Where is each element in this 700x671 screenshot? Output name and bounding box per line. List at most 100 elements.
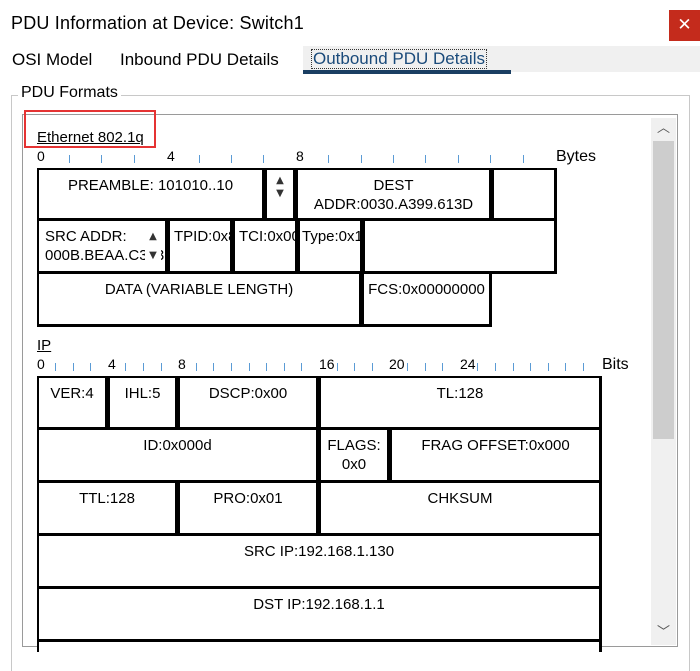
title-bar: PDU Information at Device: Switch1 ✕ <box>0 0 700 46</box>
tl-field: TL:128 <box>319 376 602 430</box>
tpid-field: TPID:0x8100 <box>168 221 233 274</box>
ruler-tick <box>73 363 74 371</box>
frag-offset-field: FRAG OFFSET:0x000 <box>390 430 602 483</box>
ttl-field: TTL:128 <box>37 483 178 536</box>
preamble-text: PREAMBLE: 101010..10 <box>67 177 234 194</box>
bit-ruler-20: 20 <box>389 356 405 372</box>
checksum-field: CHKSUM <box>319 483 602 536</box>
tl-text: TL:128 <box>436 385 484 402</box>
window-title: PDU Information at Device: Switch1 <box>11 13 304 33</box>
ruler-tick <box>458 155 459 163</box>
bit-ruler-4: 4 <box>108 356 116 372</box>
ver-field: VER:4 <box>37 376 108 430</box>
dest-addr-field: DEST ADDR:0030.A399.613D <box>296 168 492 221</box>
spin-up-down-icon[interactable]: ▲ ▼ <box>271 174 289 199</box>
selected-tab-indicator <box>303 70 511 74</box>
tab-bar-filler <box>511 46 700 72</box>
data-field: DATA (VARIABLE LENGTH) <box>37 274 362 327</box>
ruler-tick <box>231 363 232 371</box>
ruler-tick <box>263 155 264 163</box>
tab-outbound-label: Outbound PDU Details <box>311 49 487 69</box>
src-ip-field: SRC IP:192.168.1.130 <box>37 536 602 589</box>
ruler-tick <box>583 363 584 371</box>
ruler-tick <box>231 155 232 163</box>
tab-outbound-pdu-details[interactable]: Outbound PDU Details <box>303 46 511 74</box>
ver-text: VER:4 <box>50 385 94 402</box>
ruler-tick <box>249 363 250 371</box>
ip-section-label[interactable]: IP <box>37 337 51 354</box>
byte-ruler-4: 4 <box>167 148 175 164</box>
ruler-tick <box>337 363 338 371</box>
ruler-tick <box>425 363 426 371</box>
ruler-tick <box>523 155 524 163</box>
ruler-tick <box>490 155 491 163</box>
ruler-tick <box>134 155 135 163</box>
type-field: Type:0x1 <box>298 221 363 274</box>
ruler-tick <box>328 155 329 163</box>
tab-bar: OSI Model Inbound PDU Details Outbound P… <box>0 46 700 74</box>
data-text: DATA (VARIABLE LENGTH) <box>104 281 294 298</box>
byte-ruler-0: 0 <box>37 148 45 164</box>
ihl-field: IHL:5 <box>108 376 178 430</box>
id-text: ID:0x000d <box>143 437 212 454</box>
dst-ip-text: DST IP:192.168.1.1 <box>253 596 385 613</box>
next-ip-field <box>37 642 602 652</box>
ruler-tick <box>565 363 566 371</box>
checksum-text: CHKSUM <box>427 490 493 507</box>
frag-offset-text: FRAG OFFSET:0x000 <box>421 437 570 454</box>
ruler-tick <box>284 363 285 371</box>
ruler-tick <box>266 363 267 371</box>
preamble-field: PREAMBLE: 101010..10 <box>37 168 265 221</box>
bit-ruler-8: 8 <box>178 356 186 372</box>
dest-addr-text: DEST ADDR:0030.A399.613D <box>313 177 474 213</box>
fcs-field: FCS:0x00000000 <box>362 274 492 327</box>
ruler-tick <box>530 363 531 371</box>
ruler-tick <box>196 363 197 371</box>
ruler-tick <box>90 363 91 371</box>
ruler-tick <box>442 363 443 371</box>
tab-inbound-pdu-details[interactable]: Inbound PDU Details <box>120 50 279 70</box>
src-addr-text: SRC ADDR: 000B.BEAA.C373 <box>45 228 165 264</box>
dscp-text: DSCP:0x00 <box>208 385 288 402</box>
ethernet-empty-field-2 <box>363 221 557 274</box>
ruler-tick <box>495 363 496 371</box>
ruler-tick <box>301 363 302 371</box>
ttl-text: TTL:128 <box>79 490 135 507</box>
byte-ruler-8: 8 <box>296 148 304 164</box>
spin-up-down-icon[interactable]: ▲ ▼ <box>145 227 161 265</box>
close-icon[interactable]: ✕ <box>669 10 700 41</box>
type-text: Type:0x1 <box>302 228 363 245</box>
scrollbar-thumb[interactable] <box>653 141 674 439</box>
protocol-text: PRO:0x01 <box>213 490 283 507</box>
dscp-field: DSCP:0x00 <box>178 376 319 430</box>
ruler-tick <box>69 155 70 163</box>
ethernet-section-label[interactable]: Ethernet 802.1q <box>37 129 144 146</box>
ruler-tick <box>425 155 426 163</box>
ruler-tick <box>199 155 200 163</box>
ruler-tick <box>101 155 102 163</box>
tab-osi-model[interactable]: OSI Model <box>12 50 92 70</box>
ruler-tick <box>354 363 355 371</box>
ihl-text: IHL:5 <box>124 385 161 402</box>
ruler-tick <box>513 363 514 371</box>
dst-ip-field: DST IP:192.168.1.1 <box>37 589 602 642</box>
fcs-text: FCS:0x00000000 <box>368 281 485 298</box>
group-title: PDU Formats <box>18 84 121 102</box>
chevron-down-icon[interactable]: ﹀ <box>651 622 676 644</box>
chevron-up-icon[interactable]: ︿ <box>651 118 676 140</box>
ruler-tick <box>477 363 478 371</box>
src-ip-text: SRC IP:192.168.1.130 <box>243 543 395 560</box>
ruler-tick <box>407 363 408 371</box>
tci-text: TCI:0x001e <box>239 228 295 245</box>
id-field: ID:0x000d <box>37 430 319 483</box>
flags-field: FLAGS: 0x0 <box>319 430 390 483</box>
ruler-tick <box>161 363 162 371</box>
ruler-tick <box>125 363 126 371</box>
ruler-tick <box>393 155 394 163</box>
bit-ruler-0: 0 <box>37 356 45 372</box>
tci-field: TCI:0x001e <box>233 221 298 274</box>
ruler-tick <box>372 363 373 371</box>
tpid-text: TPID:0x8100 <box>174 228 230 245</box>
ruler-tick <box>548 363 549 371</box>
ethernet-empty-field <box>492 168 557 221</box>
